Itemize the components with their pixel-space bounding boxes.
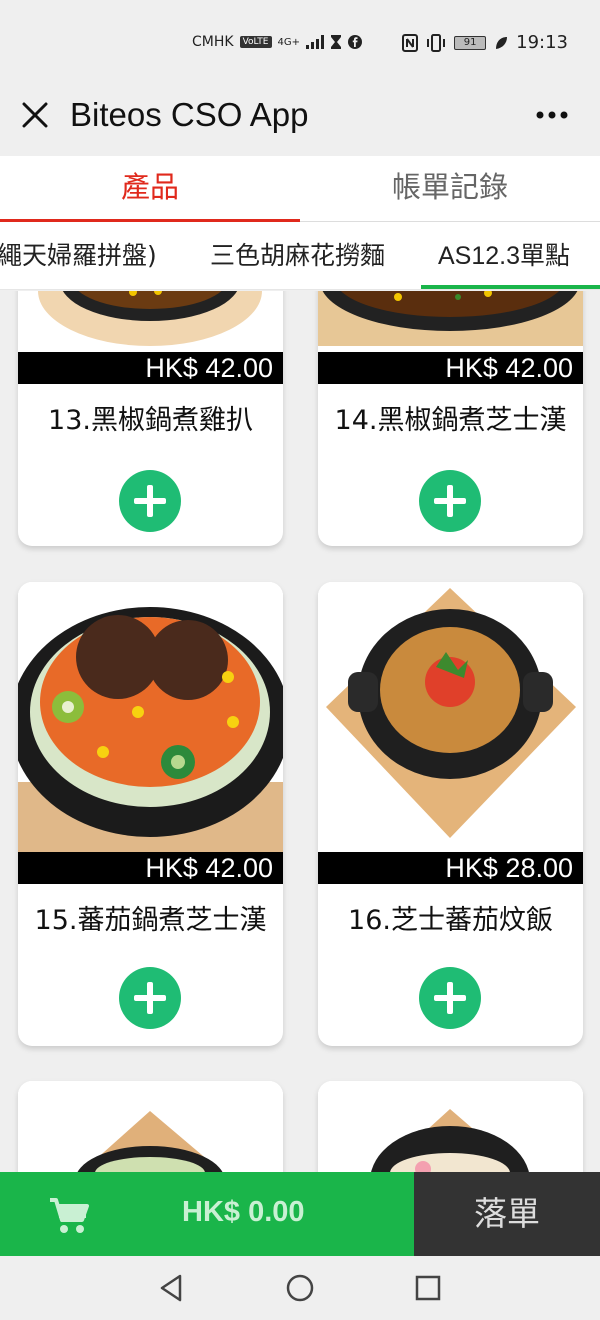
tab-products[interactable]: 產品 (0, 156, 300, 222)
system-nav-bar (0, 1256, 600, 1320)
tab-bill-records[interactable]: 帳單記錄 (300, 156, 600, 221)
product-card: HK$ 42.00 14.黑椒鍋煮芝士漢 (318, 291, 583, 546)
clock: 19:13 (516, 32, 568, 53)
product-image (318, 291, 583, 352)
product-image (18, 582, 283, 852)
battery-icon: 91 (454, 35, 487, 50)
status-right: 91 19:13 (402, 32, 568, 53)
carrier-label: CMHK (192, 34, 234, 50)
cart-total: HK$ 0.00 (182, 1196, 305, 1228)
volte-badge: VoLTE (239, 36, 272, 48)
cart-bar: HK$ 0.00 落單 (0, 1172, 600, 1256)
status-left: CMHK VoLTE 4G+ (192, 34, 362, 50)
product-grid: HK$ 42.00 13.黑椒鍋煮雞扒 HK$ 42.00 14.黑椒鍋煮芝士漢 (0, 291, 600, 1172)
shopping-cart-icon (50, 1198, 89, 1233)
submit-order-button[interactable]: 落單 (414, 1172, 600, 1256)
more-options-icon[interactable] (534, 100, 570, 130)
facebook-icon (348, 35, 362, 49)
category-tab-active[interactable]: AS12.3單點 (438, 236, 570, 272)
category-tab[interactable]: 繩天婦羅拼盤) (0, 236, 157, 272)
category-tabs: 繩天婦羅拼盤) 三色胡麻花撈麵 AS12.3單點 (0, 222, 600, 290)
product-card: HK$ 28.00 16.芝士蕃茄炆飯 (318, 582, 583, 1046)
add-to-cart-button[interactable] (119, 470, 181, 532)
product-name: 13.黑椒鍋煮雞扒 (48, 405, 253, 436)
product-image (18, 291, 283, 352)
leaf-icon (496, 36, 508, 49)
status-bar: CMHK VoLTE 4G+ 91 19:13 (0, 0, 600, 88)
add-to-cart-button[interactable] (419, 967, 481, 1029)
product-name: 16.芝士蕃茄炆飯 (348, 905, 553, 936)
app-bar: Biteos CSO App (0, 88, 600, 156)
main-tabs: 產品 帳單記錄 (0, 156, 600, 222)
product-card (18, 1081, 283, 1172)
recents-icon[interactable] (412, 1272, 444, 1304)
back-icon[interactable] (156, 1272, 188, 1304)
close-icon[interactable] (20, 100, 50, 130)
nfc-icon (402, 33, 419, 52)
product-price: HK$ 42.00 (18, 852, 283, 884)
category-tab[interactable]: 三色胡麻花撈麵 (210, 236, 385, 272)
product-name: 14.黑椒鍋煮芝士漢 (334, 405, 567, 436)
add-to-cart-button[interactable] (419, 470, 481, 532)
network-label: 4G+ (277, 36, 301, 48)
product-name: 15.蕃茄鍋煮芝士漢 (34, 905, 267, 936)
vibrate-icon (427, 33, 446, 52)
product-image (318, 1081, 583, 1172)
product-price: HK$ 42.00 (18, 352, 283, 384)
add-to-cart-button[interactable] (119, 967, 181, 1029)
product-image (318, 582, 583, 852)
app-title: Biteos CSO App (70, 96, 309, 133)
product-card: HK$ 42.00 13.黑椒鍋煮雞扒 (18, 291, 283, 546)
product-price: HK$ 42.00 (318, 352, 583, 384)
home-icon[interactable] (284, 1272, 316, 1304)
category-active-indicator (421, 285, 600, 289)
product-price: HK$ 28.00 (318, 852, 583, 884)
product-image (18, 1081, 283, 1172)
cart-summary[interactable]: HK$ 0.00 (0, 1172, 414, 1256)
product-card (318, 1081, 583, 1172)
product-card: HK$ 42.00 15.蕃茄鍋煮芝士漢 (18, 582, 283, 1046)
signal-icon (306, 35, 324, 49)
hourglass-icon (331, 35, 341, 49)
